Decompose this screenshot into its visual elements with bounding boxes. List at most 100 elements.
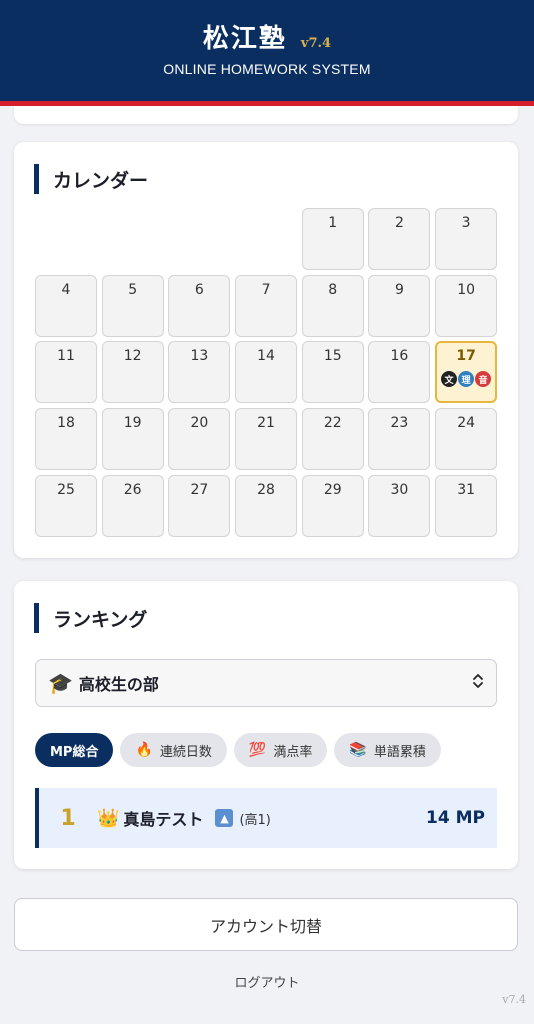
rank-user-grade: (高1) xyxy=(239,812,271,828)
calendar-day-number: 10 xyxy=(457,281,476,298)
category-select-value: 高校生の部 xyxy=(78,675,159,694)
calendar-day[interactable]: 7 xyxy=(235,274,298,337)
brand-title: 松江塾 xyxy=(202,24,287,54)
tab-icon: 💯 xyxy=(248,742,267,758)
calendar-day[interactable]: 16 xyxy=(368,341,431,404)
calendar-day[interactable]: 12 xyxy=(101,341,164,404)
calendar-day[interactable]: 15 xyxy=(301,341,364,404)
calendar-day[interactable]: 31 xyxy=(435,474,498,537)
calendar-day-number: 26 xyxy=(123,481,142,498)
calendar-day-number: 19 xyxy=(123,415,142,432)
calendar-day[interactable]: 4 xyxy=(35,274,97,337)
ranking-tab[interactable]: 🔥 連続日数 xyxy=(120,733,227,767)
calendar-day-number: 29 xyxy=(323,481,342,498)
tab-icon: 🔥 xyxy=(135,742,153,758)
calendar-day[interactable]: 28 xyxy=(235,474,298,537)
calendar-day-number: 7 xyxy=(261,281,271,298)
calendar-day[interactable]: 10 xyxy=(435,274,498,337)
calendar-blank-cell xyxy=(168,208,230,270)
calendar-day[interactable]: 14 xyxy=(235,341,298,404)
tab-label: 満点率 xyxy=(273,744,313,760)
calendar-day-number: 13 xyxy=(190,348,209,365)
calendar-day-number: 6 xyxy=(194,281,204,298)
calendar-day-number: 2 xyxy=(394,215,404,231)
tab-label: MP総合 xyxy=(50,744,99,760)
calendar-heading: カレンダー xyxy=(34,164,148,194)
calendar-day[interactable]: 11 xyxy=(35,341,97,404)
calendar-day[interactable]: 3 xyxy=(435,208,498,270)
calendar-day-number: 18 xyxy=(57,415,75,432)
calendar-day-number: 22 xyxy=(323,415,342,432)
subject-badge: 文 xyxy=(441,371,458,388)
ranking-tab[interactable]: MP総合 xyxy=(35,733,114,767)
calendar-day-number: 23 xyxy=(390,415,409,432)
title-accent-bar xyxy=(34,164,39,194)
calendar-day[interactable]: 26 xyxy=(101,474,164,537)
logout-link[interactable]: ログアウト xyxy=(0,972,534,991)
tab-label: 連続日数 xyxy=(159,744,212,760)
calendar-day[interactable]: 22 xyxy=(301,408,364,471)
calendar-day-number: 9 xyxy=(394,281,404,298)
crown-icon: 👑 xyxy=(97,807,120,829)
up-arrow-icon: ▲ xyxy=(215,809,234,827)
ranking-tabs: MP総合 🔥 連続日数 💯 満点率 📚 単語累積 xyxy=(35,733,441,767)
brand-row: 松江塾 v7.4 xyxy=(0,18,534,55)
calendar-day[interactable]: 20 xyxy=(168,408,231,471)
calendar-day[interactable]: 13 xyxy=(168,341,231,404)
ranking-tab[interactable]: 📚 単語累積 xyxy=(334,733,441,767)
calendar-day[interactable]: 23 xyxy=(368,408,431,471)
calendar-title: カレンダー xyxy=(53,169,149,192)
ranking-row[interactable]: 1 👑 真島テスト ▲ (高1) 14 MP xyxy=(35,788,497,848)
calendar-day-number: 5 xyxy=(128,281,138,298)
calendar-day-number: 16 xyxy=(390,348,409,365)
calendar-day[interactable]: 30 xyxy=(368,474,431,537)
ranking-card: ランキング 🎓 高校生の部 MP総合 🔥 連続日数 💯 満点率 📚 単語累積 1 👑 真島テ… xyxy=(14,581,518,869)
calendar-grid: 1 2 3 4 5 6 7 8 9 10 11 12 13 14 15 16 17 文理音 18 19 20 21 22 23… xyxy=(35,208,498,537)
ranking-tab[interactable]: 💯 満点率 xyxy=(233,733,328,767)
calendar-day[interactable]: 19 xyxy=(101,408,164,471)
calendar-day-number: 28 xyxy=(257,481,275,498)
calendar-day-number: 27 xyxy=(190,481,209,498)
footer-version: v7.4 xyxy=(502,993,526,1006)
calendar-day-number: 24 xyxy=(457,415,476,432)
title-accent-bar xyxy=(34,603,39,633)
calendar-day-number: 1 xyxy=(328,215,338,231)
calendar-day[interactable]: 1 xyxy=(301,208,364,270)
calendar-day-number: 8 xyxy=(328,281,338,298)
subject-badge: 音 xyxy=(475,371,492,388)
calendar-blank-cell xyxy=(102,208,164,270)
calendar-day[interactable]: 9 xyxy=(368,274,431,337)
calendar-day[interactable]: 2 xyxy=(368,208,431,270)
tab-label: 単語累積 xyxy=(373,744,426,760)
graduation-cap-icon: 🎓 xyxy=(48,671,73,695)
calendar-day[interactable]: 24 xyxy=(435,408,498,471)
rank-user-name: 真島テスト xyxy=(123,810,204,829)
subject-badge: 理 xyxy=(458,371,475,388)
header-subtitle: ONLINE HOMEWORK SYSTEM xyxy=(163,61,371,77)
calendar-day-number: 15 xyxy=(323,348,342,365)
calendar-day[interactable]: 25 xyxy=(35,474,97,537)
calendar-day[interactable]: 8 xyxy=(301,274,364,337)
calendar-day-number: 25 xyxy=(57,481,75,498)
calendar-day[interactable]: 27 xyxy=(168,474,231,537)
calendar-day[interactable]: 29 xyxy=(301,474,364,537)
updown-chevron-icon xyxy=(472,673,484,693)
calendar-blank-cell xyxy=(35,208,97,270)
calendar-day-number: 11 xyxy=(57,348,75,365)
calendar-day[interactable]: 21 xyxy=(235,408,298,471)
calendar-day-number: 20 xyxy=(190,415,209,432)
subject-badges: 文理音 xyxy=(437,371,495,388)
category-select[interactable]: 🎓 高校生の部 xyxy=(35,659,497,707)
previous-card-bottom xyxy=(14,106,518,124)
calendar-day[interactable]: 18 xyxy=(35,408,97,471)
calendar-day-number: 14 xyxy=(257,348,275,365)
calendar-day[interactable]: 5 xyxy=(101,274,164,337)
account-switch-button[interactable]: アカウント切替 xyxy=(14,898,518,951)
tab-icon: 📚 xyxy=(349,742,367,758)
calendar-card: カレンダー 1 2 3 4 5 6 7 8 9 10 11 12 13 14 15 16 17 文理音 18 19 20… xyxy=(14,142,518,558)
calendar-day[interactable]: 6 xyxy=(168,274,231,337)
calendar-day-number: 12 xyxy=(123,348,142,365)
brand-version: v7.4 xyxy=(300,36,332,51)
calendar-day-number: 3 xyxy=(461,215,471,231)
calendar-day-today[interactable]: 17 文理音 xyxy=(435,341,498,404)
